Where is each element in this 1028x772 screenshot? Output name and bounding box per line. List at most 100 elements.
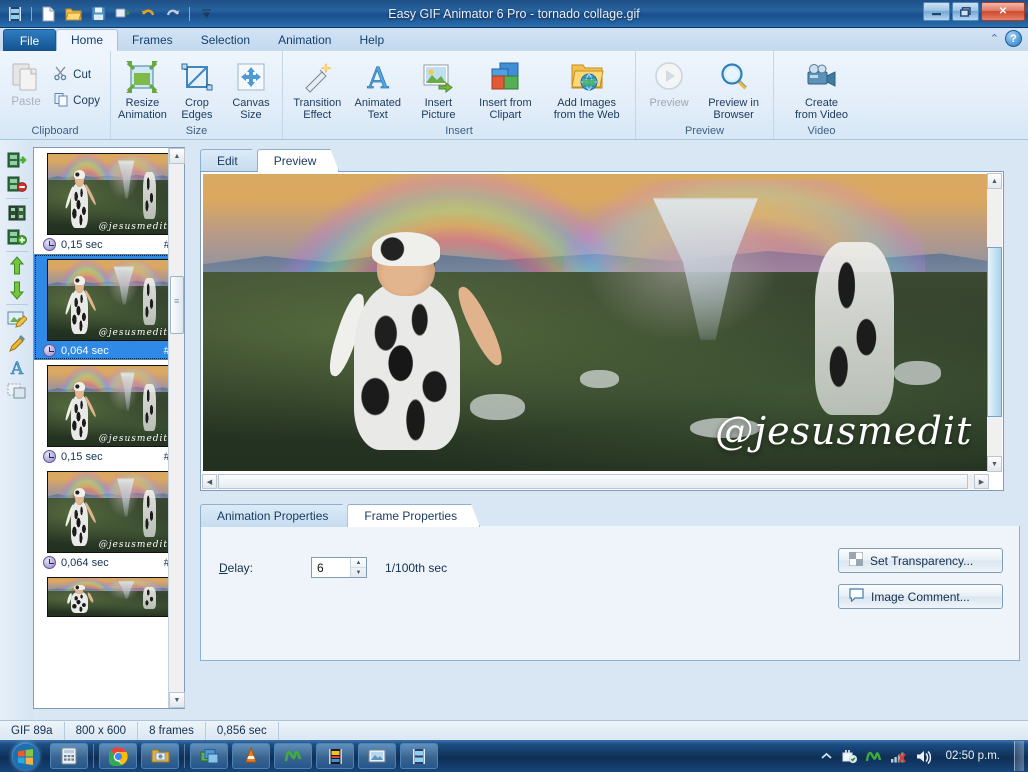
paste-label: Paste (11, 96, 41, 108)
help-icon[interactable]: ? (1005, 30, 1022, 47)
frames-scroll-down-button[interactable]: ▼ (169, 692, 185, 708)
taskbar-clock[interactable]: 02:50 p.m. (940, 750, 1006, 762)
canvas-horizontal-scrollbar[interactable]: ◀ ▶ (202, 474, 989, 489)
delay-stepper-buttons[interactable]: ▲ ▼ (350, 558, 367, 577)
minimize-button[interactable] (923, 2, 950, 21)
delay-input[interactable] (312, 558, 351, 577)
canvas-scroll-down-button[interactable]: ▼ (987, 456, 1002, 472)
copy-button[interactable]: Copy (49, 90, 105, 112)
move-frame-down-icon[interactable] (0, 278, 33, 302)
image-comment-button[interactable]: Image Comment... (838, 584, 1003, 609)
create-from-video-button[interactable]: Create from Video (784, 56, 860, 125)
crop-edges-icon (179, 59, 215, 95)
open-icon[interactable] (62, 4, 84, 24)
editor-tab-bar: Edit Preview (200, 148, 335, 172)
gif-animator-taskbar-icon[interactable] (400, 743, 438, 769)
taskbar: 02:50 p.m. (0, 740, 1028, 772)
duplicate-frame-icon[interactable] (0, 201, 33, 225)
canvas-scroll-up-button[interactable]: ▲ (987, 173, 1002, 189)
frame-list-item-selected[interactable]: @jesusmedit 0,064 sec #2 (34, 254, 184, 360)
ribbon-tab-selection[interactable]: Selection (187, 29, 264, 51)
canvas-size-label: Canvas Size (232, 97, 270, 122)
ribbon-tab-frames[interactable]: Frames (118, 29, 187, 51)
save-icon[interactable] (87, 4, 109, 24)
frame-list-item[interactable]: @jesusmedit 0,064 sec #4 (34, 466, 184, 572)
svg-text:A: A (366, 61, 389, 94)
movavi-taskbar-icon[interactable] (274, 743, 312, 769)
add-frame-icon[interactable] (0, 225, 33, 249)
ribbon-tab-help[interactable]: Help (345, 29, 398, 51)
animation-canvas[interactable]: @jesusmedit ▶ ◼ ⏮ ⏪ ⏩ ⏭ (203, 174, 988, 471)
explorer-taskbar-icon[interactable] (141, 743, 179, 769)
paste-button[interactable]: Paste (5, 56, 47, 108)
tab-edit[interactable]: Edit (200, 149, 261, 172)
frame-list-item[interactable]: @jesusmedit 0,15 sec #3 (34, 360, 184, 466)
insert-frame-icon[interactable] (0, 148, 33, 172)
tab-animation-properties[interactable]: Animation Properties (200, 504, 351, 527)
export-icon[interactable] (112, 4, 134, 24)
canvas-vertical-scroll-thumb[interactable] (987, 247, 1002, 417)
canvas-vertical-scrollbar[interactable]: ▲ ▼ (987, 173, 1002, 472)
movistar-tray-icon[interactable] (865, 749, 882, 764)
ribbon-tab-animation[interactable]: Animation (264, 29, 345, 51)
create-from-video-label: Create from Video (795, 97, 848, 122)
canvas-scroll-left-button[interactable]: ◀ (202, 474, 217, 489)
image-viewer-taskbar-icon[interactable] (358, 743, 396, 769)
frames-scroll-up-button[interactable]: ▲ (169, 148, 185, 164)
new-icon[interactable] (37, 4, 59, 24)
canvas-size-button[interactable]: Canvas Size (225, 56, 277, 125)
preview-button[interactable]: Preview (641, 56, 697, 112)
color-picker-icon[interactable] (0, 331, 33, 355)
preview-browser-button[interactable]: Preview in Browser (699, 56, 768, 125)
undo-icon[interactable] (137, 4, 159, 24)
delay-decrement-button[interactable]: ▼ (351, 568, 366, 577)
collapse-ribbon-icon[interactable]: ⌃ (990, 32, 999, 45)
canvas-horizontal-scroll-thumb[interactable] (218, 474, 968, 489)
frame-list-item[interactable] (34, 572, 184, 619)
safely-remove-hardware-icon[interactable] (841, 748, 857, 764)
transition-effect-button[interactable]: Transition Effect (288, 56, 347, 125)
calculator-taskbar-icon[interactable] (50, 743, 88, 769)
chrome-taskbar-icon[interactable] (99, 743, 137, 769)
redo-icon[interactable] (162, 4, 184, 24)
close-button[interactable]: ✕ (981, 2, 1025, 21)
insert-clipart-button[interactable]: Insert from Clipart (470, 56, 542, 125)
network-muted-icon[interactable] (890, 749, 907, 764)
show-desktop-button[interactable] (1014, 741, 1024, 771)
volume-icon[interactable] (915, 749, 932, 764)
insert-clipart-label: Insert from Clipart (479, 97, 532, 122)
tab-frame-properties[interactable]: Frame Properties (347, 504, 480, 527)
ribbon-tab-home[interactable]: Home (56, 29, 119, 51)
ribbon-tab-file[interactable]: File (3, 29, 56, 51)
customize-qat-icon[interactable] (195, 4, 217, 24)
resize-animation-button[interactable]: Resize Animation (116, 56, 169, 125)
tab-preview[interactable]: Preview (257, 149, 340, 172)
move-frame-up-icon[interactable] (0, 254, 33, 278)
delete-frame-icon[interactable] (0, 172, 33, 196)
text-tool-icon[interactable]: A (0, 355, 33, 379)
paste-icon (8, 59, 44, 95)
edit-frame-icon[interactable] (0, 307, 33, 331)
clipboard-group-label: Clipboard (31, 125, 79, 137)
delay-increment-button[interactable]: ▲ (351, 558, 367, 568)
vlc-taskbar-icon[interactable] (232, 743, 270, 769)
gif-app1-taskbar-icon[interactable] (190, 743, 228, 769)
frames-scrollbar[interactable]: ▲ ▼ (168, 148, 185, 708)
set-transparency-button[interactable]: Set Transparency... (838, 548, 1003, 573)
canvas-scroll-right-button[interactable]: ▶ (974, 474, 989, 489)
filmstrip-taskbar-icon[interactable] (316, 743, 354, 769)
selection-tool-icon[interactable] (0, 379, 33, 403)
cut-button[interactable]: Cut (49, 64, 105, 86)
add-images-web-button[interactable]: Add Images from the Web (543, 56, 630, 125)
crop-edges-button[interactable]: Crop Edges (171, 56, 223, 125)
frames-scroll-thumb[interactable] (170, 276, 184, 334)
maximize-button[interactable] (952, 2, 979, 21)
frame-list-item[interactable]: @jesusmedit 0,15 sec #1 (34, 148, 184, 254)
frames-panel[interactable]: @jesusmedit 0,15 sec #1 @jesusmedit 0,06… (33, 147, 185, 709)
start-button[interactable] (2, 741, 48, 771)
delay-stepper[interactable]: ▲ ▼ (311, 557, 368, 578)
insert-picture-button[interactable]: Insert Picture (409, 56, 468, 125)
show-hidden-icons-button[interactable] (820, 751, 833, 762)
animated-text-button[interactable]: A Animated Text (349, 56, 408, 125)
app-icon[interactable] (4, 4, 26, 24)
